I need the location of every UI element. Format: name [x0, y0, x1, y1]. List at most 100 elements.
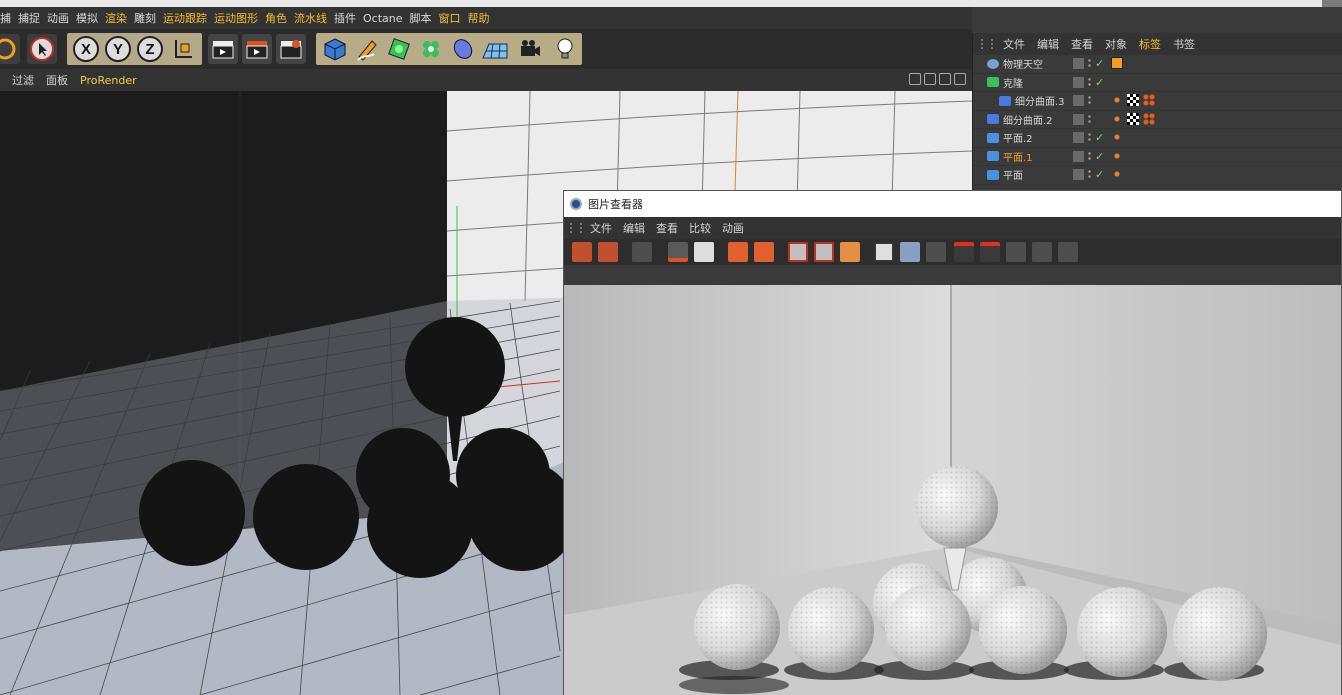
- render-region-button[interactable]: [694, 242, 714, 262]
- compare-b-button[interactable]: [814, 242, 834, 262]
- object-row[interactable]: 平面.2 ✓: [973, 129, 1342, 148]
- camera-button[interactable]: [515, 34, 545, 64]
- panel-grip[interactable]: [981, 39, 993, 49]
- object-row[interactable]: 细分曲面.3: [973, 92, 1342, 111]
- swap-ab-button[interactable]: [1006, 242, 1026, 262]
- floor-button[interactable]: [480, 34, 510, 64]
- enabled-check-icon[interactable]: ✓: [1095, 151, 1104, 162]
- enabled-check-icon[interactable]: ✓: [1095, 169, 1104, 180]
- layer-swatch[interactable]: [1073, 76, 1084, 88]
- menu-item[interactable]: 运动图形: [214, 10, 258, 26]
- pv-menu-item[interactable]: 动画: [722, 220, 744, 236]
- enabled-check-icon[interactable]: ✓: [1095, 77, 1104, 88]
- object-row[interactable]: 物理天空 ✓: [973, 55, 1342, 74]
- viewport-menu-prorender[interactable]: ProRender: [80, 74, 137, 87]
- save-file-button[interactable]: [598, 242, 618, 262]
- menu-item[interactable]: 捕捉: [18, 10, 40, 26]
- object-row[interactable]: 克隆 ✓: [973, 74, 1342, 92]
- enabled-check-icon[interactable]: ✓: [1095, 58, 1104, 69]
- render-settings-button[interactable]: [276, 34, 306, 64]
- viewport-menu-panel[interactable]: 面板: [46, 72, 68, 88]
- y-axis-lock-button[interactable]: Y: [103, 34, 133, 64]
- material-tag-icon[interactable]: [1127, 112, 1139, 125]
- viewport-menu-filter[interactable]: 过滤: [12, 72, 34, 88]
- material-tag-icon[interactable]: [1127, 94, 1139, 106]
- ab-toggle-button[interactable]: [874, 242, 894, 262]
- render-all-button[interactable]: [754, 242, 774, 262]
- menu-item[interactable]: 渲染: [105, 10, 127, 26]
- visibility-dots-icon[interactable]: [1087, 169, 1092, 180]
- menu-item[interactable]: Octane: [363, 12, 403, 25]
- om-menu-item[interactable]: 对象: [1105, 36, 1127, 52]
- picture-viewer-titlebar[interactable]: 图片查看器: [564, 191, 1341, 217]
- visibility-dots-icon[interactable]: [1087, 113, 1092, 125]
- compare-swap-button[interactable]: [840, 242, 860, 262]
- pv-menu-item[interactable]: 编辑: [623, 220, 645, 236]
- rotate-view-icon[interactable]: [939, 73, 951, 85]
- menu-item[interactable]: 运动跟踪: [163, 10, 207, 26]
- subdivision-surface-button[interactable]: [384, 34, 414, 64]
- copy-button[interactable]: [632, 242, 652, 262]
- rotate-tool-button[interactable]: [0, 34, 20, 64]
- layer-swatch[interactable]: [1073, 132, 1084, 143]
- ab-text-button[interactable]: [926, 242, 946, 262]
- phong-tag-icon[interactable]: [1111, 112, 1123, 125]
- z-axis-lock-button[interactable]: Z: [135, 34, 165, 64]
- object-name[interactable]: 平面: [1003, 167, 1023, 182]
- object-name[interactable]: 物理天空: [1003, 56, 1043, 71]
- x-axis-lock-button[interactable]: X: [71, 34, 101, 64]
- cube-button[interactable]: [320, 34, 350, 64]
- render-view-button[interactable]: [208, 34, 238, 64]
- om-menu-item[interactable]: 编辑: [1037, 36, 1059, 52]
- vertical-split-button[interactable]: [1032, 242, 1052, 262]
- menu-item[interactable]: 雕刻: [134, 10, 156, 26]
- layer-swatch[interactable]: [1073, 169, 1084, 180]
- menu-item[interactable]: 模拟: [76, 10, 98, 26]
- compare-a-button[interactable]: [788, 242, 808, 262]
- move-view-icon[interactable]: [909, 73, 921, 85]
- om-menu-item[interactable]: 文件: [1003, 36, 1025, 52]
- stop-render-button[interactable]: [668, 242, 688, 262]
- panel-grip[interactable]: [570, 223, 582, 233]
- horizontal-split-button[interactable]: [1058, 242, 1078, 262]
- menu-item[interactable]: 角色: [265, 10, 287, 26]
- coordinate-system-button[interactable]: [168, 34, 198, 64]
- texture-tag-icon[interactable]: [1143, 94, 1155, 106]
- menu-item[interactable]: 脚本: [410, 10, 432, 26]
- phong-tag-icon[interactable]: [1111, 168, 1123, 180]
- set-b-button[interactable]: [980, 242, 1000, 262]
- texture-tag-icon[interactable]: [1143, 112, 1155, 125]
- set-a-button[interactable]: [954, 242, 974, 262]
- sky-tag-icon[interactable]: [1111, 57, 1123, 69]
- maximize-view-icon[interactable]: [954, 73, 966, 85]
- layer-swatch[interactable]: [1073, 113, 1084, 125]
- layer-swatch[interactable]: [1073, 150, 1084, 162]
- menu-item[interactable]: 插件: [334, 10, 356, 26]
- layer-swatch[interactable]: [1073, 58, 1084, 69]
- render-to-picture-viewer-button[interactable]: [242, 34, 272, 64]
- object-row[interactable]: 细分曲面.2: [973, 111, 1342, 129]
- ab-split-button[interactable]: [900, 242, 920, 262]
- open-file-button[interactable]: [572, 242, 592, 262]
- object-row[interactable]: 平面.1 ✓: [973, 148, 1342, 166]
- select-tool-button[interactable]: [27, 34, 57, 64]
- object-name[interactable]: 细分曲面.2: [1003, 112, 1053, 127]
- menu-item[interactable]: 帮助: [468, 10, 490, 26]
- zoom-view-icon[interactable]: [924, 73, 936, 85]
- phong-tag-icon[interactable]: [1111, 149, 1123, 162]
- om-menu-item[interactable]: 书签: [1173, 36, 1195, 52]
- object-name[interactable]: 平面.2: [1003, 130, 1033, 145]
- object-name[interactable]: 克隆: [1003, 75, 1023, 90]
- layer-swatch[interactable]: [1073, 95, 1084, 106]
- visibility-dots-icon[interactable]: [1087, 76, 1092, 88]
- light-button[interactable]: [550, 34, 580, 64]
- object-name[interactable]: 细分曲面.3: [1015, 93, 1065, 108]
- pv-menu-item[interactable]: 文件: [590, 220, 612, 236]
- menu-item[interactable]: 窗口: [439, 10, 461, 26]
- cloner-button[interactable]: [416, 34, 446, 64]
- visibility-dots-icon[interactable]: [1087, 132, 1092, 143]
- pen-button[interactable]: [352, 34, 382, 64]
- om-menu-item[interactable]: 标签: [1139, 36, 1161, 52]
- enabled-check-icon[interactable]: ✓: [1095, 132, 1104, 143]
- phong-tag-icon[interactable]: [1111, 131, 1123, 143]
